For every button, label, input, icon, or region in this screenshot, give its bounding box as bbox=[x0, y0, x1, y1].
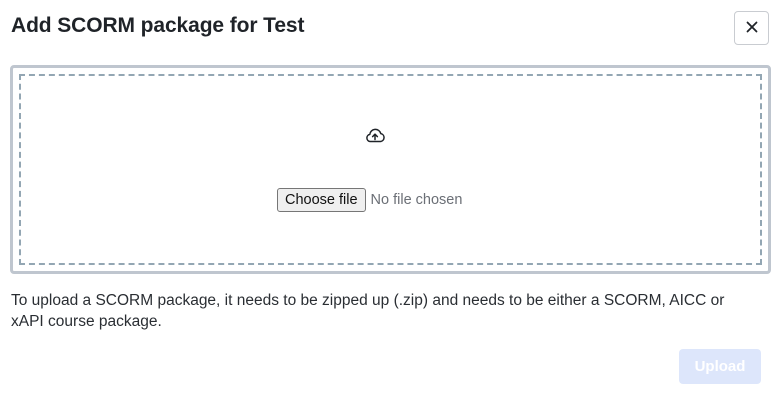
file-status-text: No file chosen bbox=[370, 192, 463, 208]
upload-button[interactable]: Upload bbox=[679, 349, 761, 384]
file-dropzone[interactable] bbox=[10, 65, 771, 274]
upload-scorm-dialog: Add SCORM package for Test Choose file N… bbox=[0, 0, 781, 407]
dropzone-dashed-border bbox=[19, 74, 762, 265]
upload-help-text: To upload a SCORM package, it needs to b… bbox=[11, 292, 725, 330]
cloud-upload-icon bbox=[364, 126, 386, 144]
dialog-title: Add SCORM package for Test bbox=[11, 14, 305, 37]
close-button[interactable] bbox=[734, 11, 769, 45]
close-icon bbox=[746, 21, 758, 36]
file-input[interactable]: Choose file No file chosen bbox=[277, 188, 462, 212]
choose-file-button[interactable]: Choose file bbox=[277, 188, 366, 212]
